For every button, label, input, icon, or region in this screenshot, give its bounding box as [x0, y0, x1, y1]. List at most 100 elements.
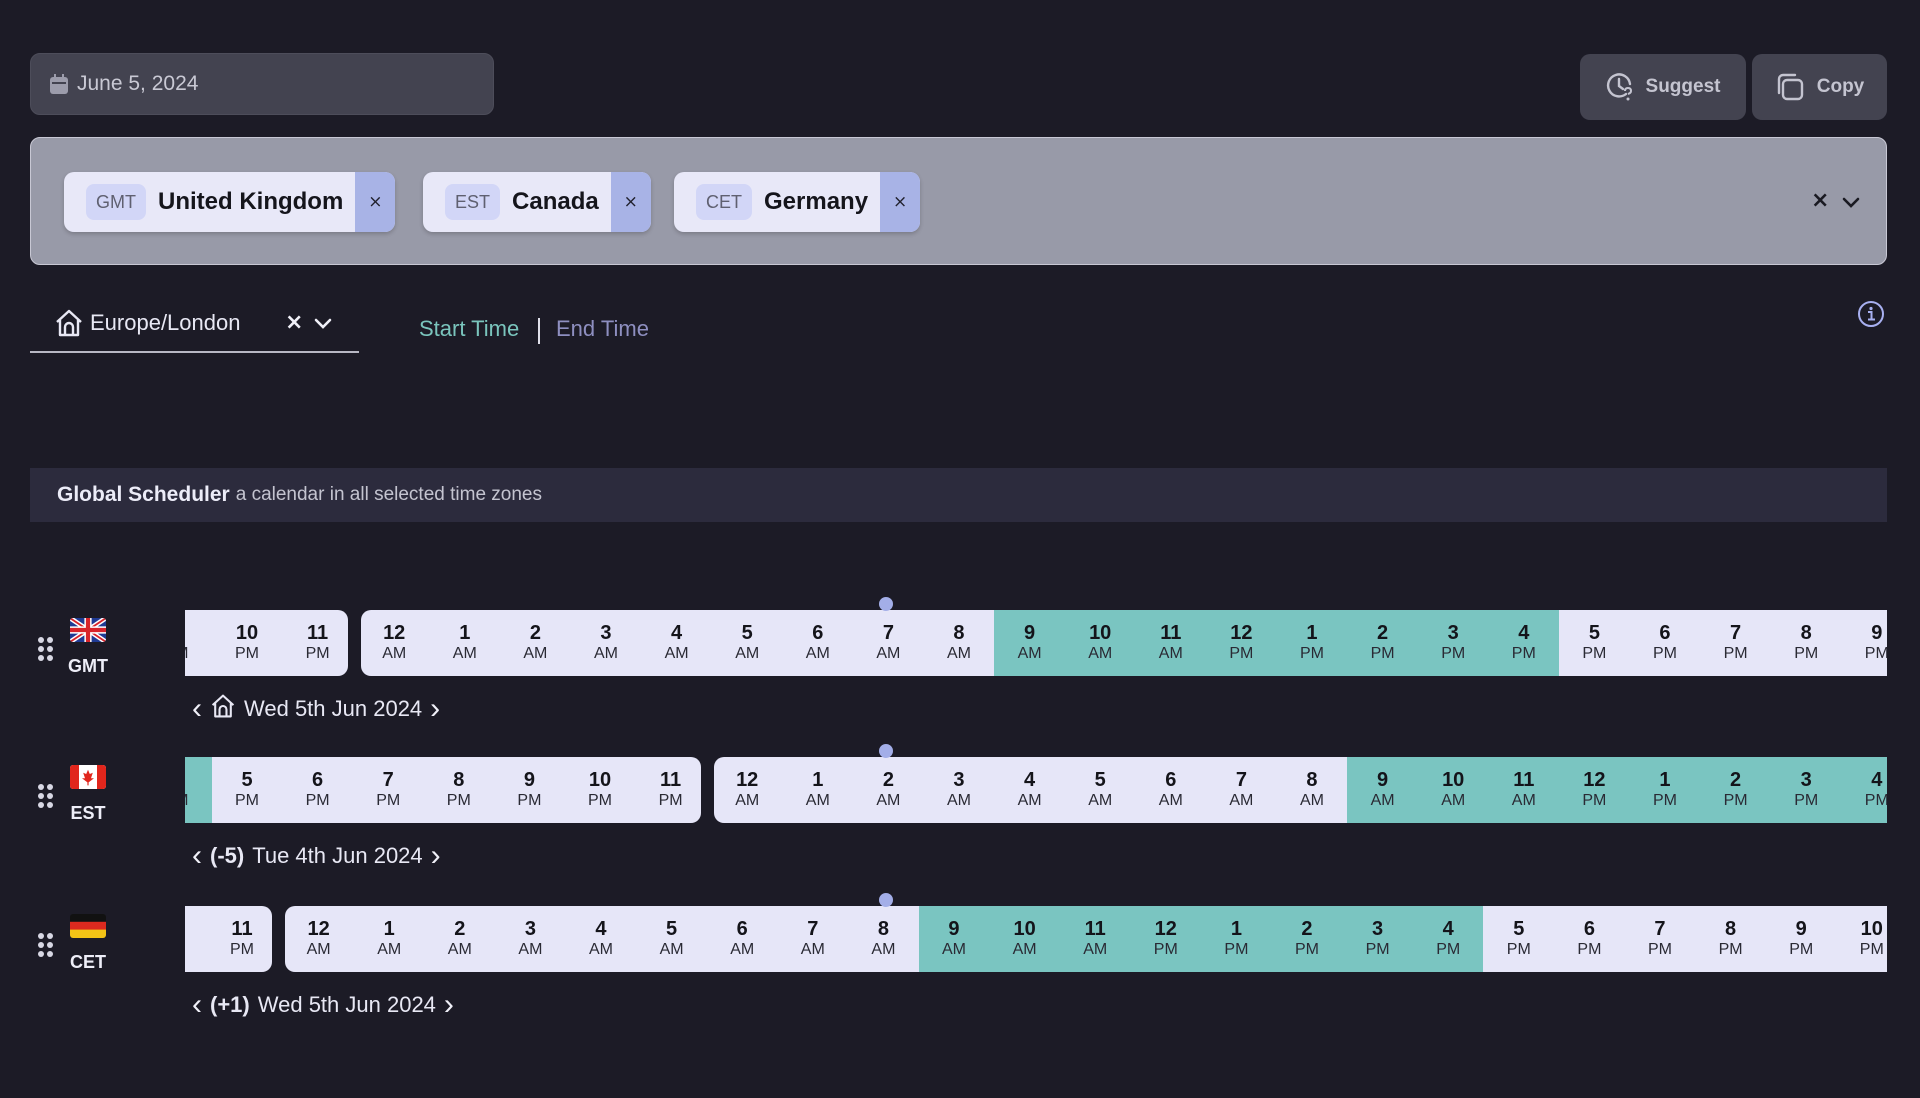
hour-cell[interactable]: 4PM [1488, 610, 1560, 676]
hour-cell[interactable]: 3 PM [1342, 906, 1413, 972]
hour-cell[interactable]: 5 AM [1065, 757, 1136, 823]
hour-cell[interactable]: 8 PM [424, 757, 495, 823]
hour-cell[interactable]: 10PM [1836, 906, 1887, 972]
hour-cell[interactable]: 1 PM [1276, 610, 1348, 676]
hour-cell[interactable]: 9PM [1841, 610, 1887, 676]
hour-cell[interactable]: 12 AM [285, 906, 354, 972]
chevron-right-icon[interactable]: › [430, 692, 440, 726]
clear-all-icon[interactable]: × [1811, 188, 1829, 213]
chevron-left-icon[interactable]: ‹ [192, 692, 202, 726]
hour-timeline[interactable]: 4PM5PM6PM7PM8PM9PM10PM11PM12AM1AM2AM3AM4… [185, 757, 1887, 823]
home-timezone-select[interactable]: Europe/London × [30, 300, 359, 353]
drag-handle-icon[interactable] [38, 784, 54, 808]
hour-cell[interactable]: 2 AM [424, 906, 495, 972]
hour-cell[interactable]: 10 AM [1064, 610, 1136, 676]
hour-cell[interactable]: 6 PM [1554, 906, 1625, 972]
copy-button[interactable]: Copy [1752, 54, 1887, 120]
chevron-down-icon[interactable] [1841, 189, 1861, 215]
hour-cell[interactable]: 9PM [494, 757, 565, 823]
hour-cell[interactable]: 3 PM [1770, 757, 1842, 823]
chevron-right-icon[interactable]: › [444, 988, 454, 1022]
hour-cell[interactable]: 12 PM [1130, 906, 1202, 972]
hour-cell[interactable]: 10PM [565, 757, 636, 823]
clear-home-timezone-icon[interactable]: × [285, 310, 303, 335]
hour-cell[interactable]: 10 AM [989, 906, 1060, 972]
hour-cell[interactable]: 11 PM [282, 610, 348, 676]
hour-cell[interactable]: 1 AM [354, 906, 425, 972]
hour-cell[interactable]: 3 AM [495, 906, 566, 972]
hour-cell[interactable]: 8 AM [848, 906, 919, 972]
hour-cell[interactable]: 9PM [1766, 906, 1837, 972]
remove-zone-button[interactable]: × [610, 172, 651, 232]
hour-cell[interactable]: 6 PM [1630, 610, 1701, 676]
hour-cell[interactable]: 11 AM [1135, 610, 1207, 676]
hour-cell[interactable]: 9PM [185, 610, 212, 676]
hour-cell[interactable]: 7 AM [1206, 757, 1277, 823]
chevron-left-icon[interactable]: ‹ [192, 839, 202, 873]
info-icon[interactable] [1857, 300, 1885, 328]
hour-cell[interactable]: 9 AM [918, 906, 990, 972]
hour-cell[interactable]: 7 AM [853, 610, 924, 676]
hour-cell[interactable]: 2 PM [1347, 610, 1418, 676]
hour-cell[interactable]: 2 PM [1271, 906, 1343, 972]
hour-cell[interactable]: 3 AM [924, 757, 995, 823]
end-time-toggle[interactable]: End Time [556, 316, 649, 342]
hour-cell[interactable]: 12 AM [361, 610, 430, 676]
hour-cell[interactable]: 5 AM [712, 610, 783, 676]
hour-cell[interactable]: 6 AM [1135, 757, 1206, 823]
hour-cell[interactable]: 1 AM [429, 610, 500, 676]
hour-cell[interactable]: 10PM [185, 906, 207, 972]
hour-cell[interactable]: 11 PM [207, 906, 273, 972]
hour-cell[interactable]: 1 PM [1201, 906, 1272, 972]
hour-cell[interactable]: 8 AM [1277, 757, 1348, 823]
hour-cell[interactable]: 4 AM [641, 610, 712, 676]
drag-handle-icon[interactable] [38, 933, 54, 957]
hour-cell[interactable]: 6 AM [707, 906, 778, 972]
chevron-left-icon[interactable]: ‹ [192, 988, 202, 1022]
hour-cell[interactable]: 7 PM [353, 757, 424, 823]
date-picker[interactable]: June 5, 2024 [30, 53, 494, 115]
hour-cell[interactable]: 4PM [1841, 757, 1887, 823]
hour-cell[interactable]: 3 PM [1417, 610, 1489, 676]
hour-cell[interactable]: 12 PM [1206, 610, 1277, 676]
hour-cell[interactable]: 11 AM [1059, 906, 1131, 972]
hour-cell[interactable]: 8 PM [1695, 906, 1766, 972]
chevron-down-icon[interactable] [313, 314, 333, 334]
hour-cell[interactable]: 5 PM [1559, 610, 1630, 676]
hour-timeline[interactable]: 10PM11PM12AM1AM2AM3AM4AM5AM6AM7AM8AM9AM1… [185, 906, 1887, 972]
hour-cell[interactable]: 5 PM [212, 757, 283, 823]
hour-cell[interactable]: 4 AM [566, 906, 637, 972]
hour-cell[interactable]: 1 PM [1629, 757, 1701, 823]
hour-cell[interactable]: 10PM [212, 610, 283, 676]
hour-cell[interactable]: 3 AM [571, 610, 642, 676]
remove-zone-button[interactable]: × [355, 172, 396, 232]
hour-cell[interactable]: 6 AM [782, 610, 853, 676]
timezone-select[interactable]: GMT United Kingdom × EST Canada × CET Ge… [30, 137, 1887, 265]
suggest-button[interactable]: Suggest [1580, 54, 1746, 120]
hour-cell[interactable]: 2 PM [1700, 757, 1771, 823]
hour-cell[interactable]: 4PM [185, 757, 212, 823]
remove-zone-button[interactable]: × [880, 172, 921, 232]
start-time-toggle[interactable]: Start Time [419, 316, 519, 342]
hour-cell[interactable]: 7 AM [777, 906, 848, 972]
hour-cell[interactable]: 5 AM [636, 906, 707, 972]
hour-cell[interactable]: 9 AM [1347, 757, 1418, 823]
hour-cell[interactable]: 5 PM [1483, 906, 1554, 972]
hour-cell[interactable]: 9 AM [994, 610, 1065, 676]
hour-cell[interactable]: 7 PM [1700, 610, 1771, 676]
chevron-right-icon[interactable]: › [431, 839, 441, 873]
hour-cell[interactable]: 1 AM [782, 757, 853, 823]
hour-cell[interactable]: 2 AM [853, 757, 924, 823]
hour-cell[interactable]: 11 AM [1488, 757, 1560, 823]
hour-cell[interactable]: 4 AM [994, 757, 1065, 823]
drag-handle-icon[interactable] [38, 637, 54, 661]
hour-cell[interactable]: 11 PM [635, 757, 701, 823]
hour-cell[interactable]: 12 AM [714, 757, 783, 823]
hour-cell[interactable]: 4PM [1412, 906, 1484, 972]
hour-cell[interactable]: 8 AM [924, 610, 995, 676]
hour-cell[interactable]: 8 PM [1771, 610, 1842, 676]
hour-cell[interactable]: 2 AM [500, 610, 571, 676]
hour-timeline[interactable]: 9PM10PM11PM12AM1AM2AM3AM4AM5AM6AM7AM8AM9… [185, 610, 1887, 676]
hour-cell[interactable]: 7 PM [1625, 906, 1696, 972]
hour-cell[interactable]: 10 AM [1417, 757, 1489, 823]
